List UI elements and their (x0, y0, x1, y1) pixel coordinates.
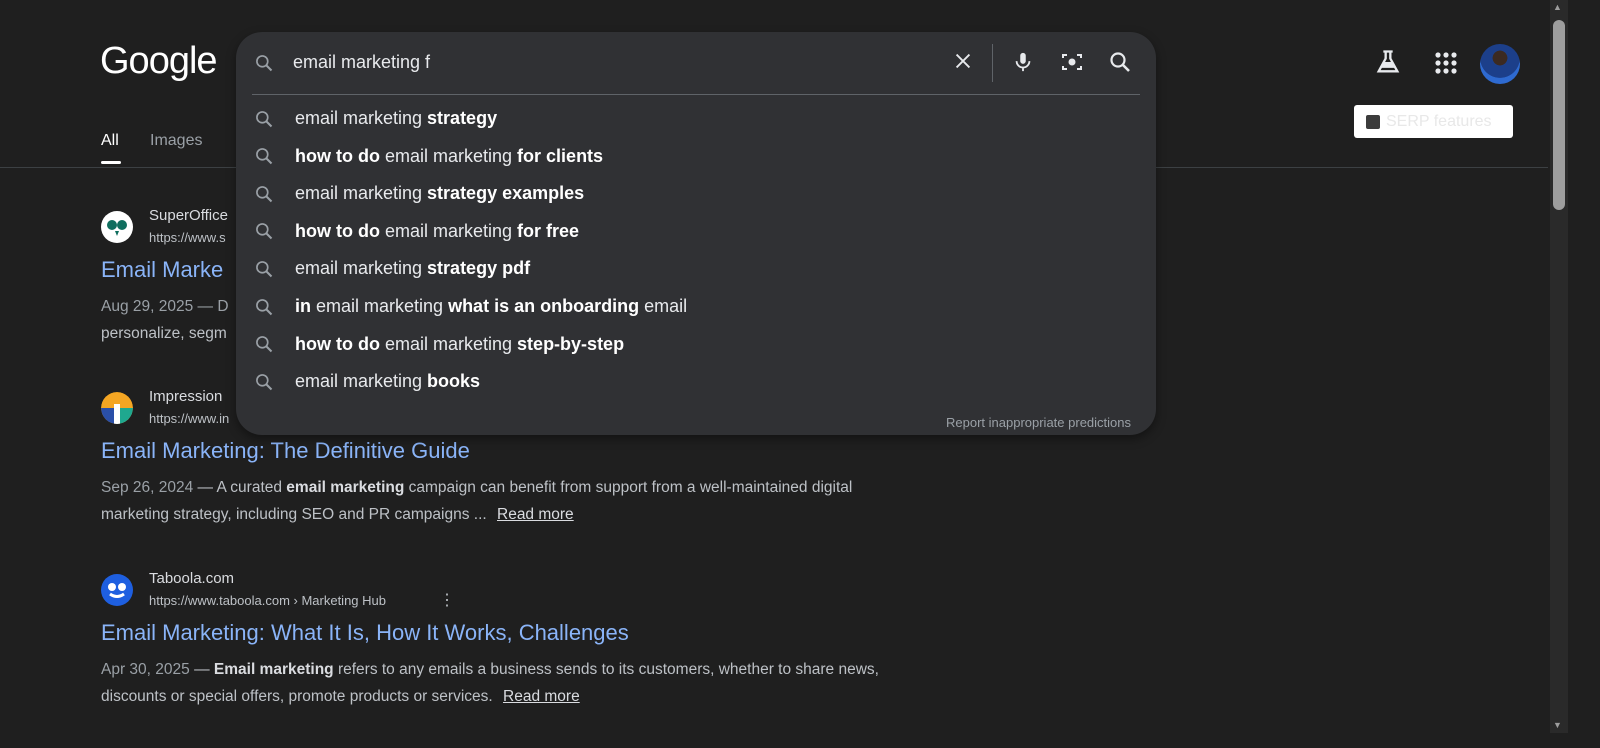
suggestion-part: how to do (295, 333, 380, 354)
suggestion-item[interactable]: email marketing books (236, 363, 1156, 400)
scroll-down-icon[interactable]: ▼ (1553, 720, 1562, 730)
suggestion-item[interactable]: in email marketing what is an onboarding… (236, 288, 1156, 325)
suggestion-part: email marketing (379, 333, 518, 354)
search-icon (256, 185, 273, 202)
separator (992, 44, 993, 82)
suggestion-part: strategy examples (427, 183, 585, 204)
serp-features-label: SERP features (1386, 112, 1492, 130)
apps-grid-icon[interactable] (1434, 51, 1458, 80)
suggestion-part: how to do (295, 145, 380, 166)
result-title[interactable]: Email Marketing: The Definitive Guide (101, 438, 470, 464)
result-date: Aug 29, 2025 — D (101, 298, 229, 315)
scroll-up-icon[interactable]: ▲ (1553, 2, 1562, 12)
suggestion-part: email marketing (295, 183, 428, 204)
suggestion-part: email marketing (379, 220, 518, 241)
suggestion-part: email marketing (311, 296, 449, 316)
result-date: Sep 26, 2024 (101, 479, 194, 496)
search-icon (256, 336, 273, 353)
suggestion-text: email marketing strategy pdf (295, 258, 530, 279)
google-logo[interactable]: Google (100, 40, 218, 83)
suggestion-part: for clients (517, 145, 604, 166)
search-icon (256, 373, 273, 390)
suggestion-item[interactable]: how to do email marketing step-by-step (236, 326, 1156, 363)
search-icon (256, 148, 273, 165)
suggestion-part: email marketing (295, 108, 428, 128)
labs-icon[interactable] (1374, 48, 1402, 81)
suggestion-text: how to do email marketing for clients (295, 146, 603, 167)
suggestion-part: strategy (427, 108, 498, 128)
more-options-icon[interactable]: ⋮ (439, 590, 455, 610)
result-date: Apr 30, 2025 (101, 661, 190, 678)
suggestion-part: step-by-step (517, 333, 625, 354)
suggestion-part: email (639, 296, 688, 316)
suggestion-text: in email marketing what is an onboarding… (295, 296, 687, 317)
result-url[interactable]: https://www.taboola.com › Marketing Hub (149, 593, 386, 608)
search-submit-icon[interactable] (1108, 50, 1132, 74)
suggestion-part: in (295, 296, 311, 316)
serp-features-toggle[interactable]: SERP features (1354, 105, 1513, 138)
suggestion-part: email marketing (295, 371, 428, 392)
search-icon (256, 110, 273, 127)
result-snippet: personalize, segm (101, 325, 227, 342)
search-icon (256, 298, 273, 315)
search-icon (256, 260, 273, 278)
active-tab-indicator (101, 161, 121, 164)
result-title[interactable]: Email Marke (101, 257, 223, 283)
result-title[interactable]: Email Marketing: What It Is, How It Work… (101, 620, 629, 646)
snippet-text: campaign can benefit from support from a… (101, 479, 853, 523)
dropdown-divider (252, 94, 1140, 95)
result-site-name: Impression (149, 388, 223, 405)
suggestion-part: email marketing (295, 258, 428, 279)
result-url[interactable]: https://www.s (149, 230, 226, 245)
search-icon (256, 223, 273, 240)
report-predictions-link[interactable]: Report inappropriate predictions (946, 415, 1131, 430)
clear-icon[interactable] (952, 50, 974, 72)
result-url[interactable]: https://www.in (149, 411, 229, 426)
tab-images[interactable]: Images (150, 132, 202, 150)
suggestion-item[interactable]: how to do email marketing for clients (236, 138, 1156, 175)
camera-lens-icon[interactable] (1060, 50, 1084, 74)
microphone-icon[interactable] (1012, 50, 1034, 74)
superoffice-favicon (101, 211, 133, 243)
read-more-link[interactable]: Read more (503, 688, 580, 705)
result-site-name: SuperOffice (149, 207, 228, 224)
suggestion-text: email marketing books (295, 371, 480, 392)
suggestion-part: how to do (295, 220, 380, 241)
snippet-text: A curated (216, 479, 287, 496)
search-input[interactable]: email marketing f (293, 52, 430, 73)
checkbox[interactable] (1366, 114, 1380, 129)
read-more-link[interactable]: Read more (497, 506, 574, 523)
suggestion-text: email marketing strategy examples (295, 183, 584, 204)
snippet-bold: email marketing (286, 479, 405, 496)
suggestion-part: strategy pdf (427, 258, 531, 279)
search-icon (256, 55, 273, 72)
impression-favicon (101, 392, 133, 424)
suggestion-item[interactable]: email marketing strategy pdf (236, 250, 1156, 287)
search-autocomplete: email marketing f email marketing strate… (236, 32, 1156, 435)
account-avatar[interactable] (1480, 44, 1520, 84)
suggestion-text: how to do email marketing for free (295, 221, 579, 242)
suggestion-part: email marketing (379, 145, 518, 166)
suggestion-item[interactable]: how to do email marketing for free (236, 213, 1156, 250)
scrollbar-thumb[interactable] (1553, 20, 1565, 210)
snippet-bold: Email marketing (213, 661, 334, 678)
suggestion-part: books (427, 371, 481, 392)
taboola-favicon (101, 574, 133, 606)
suggestion-item[interactable]: email marketing strategy examples (236, 175, 1156, 212)
suggestion-text: how to do email marketing step-by-step (295, 334, 624, 355)
suggestion-part: what is an onboarding (448, 296, 640, 316)
suggestion-text: email marketing strategy (295, 108, 497, 129)
result-site-name: Taboola.com (149, 570, 235, 587)
suggestion-item[interactable]: email marketing strategy (236, 100, 1156, 137)
tab-all[interactable]: All (101, 132, 119, 150)
suggestion-part: for free (517, 220, 580, 241)
